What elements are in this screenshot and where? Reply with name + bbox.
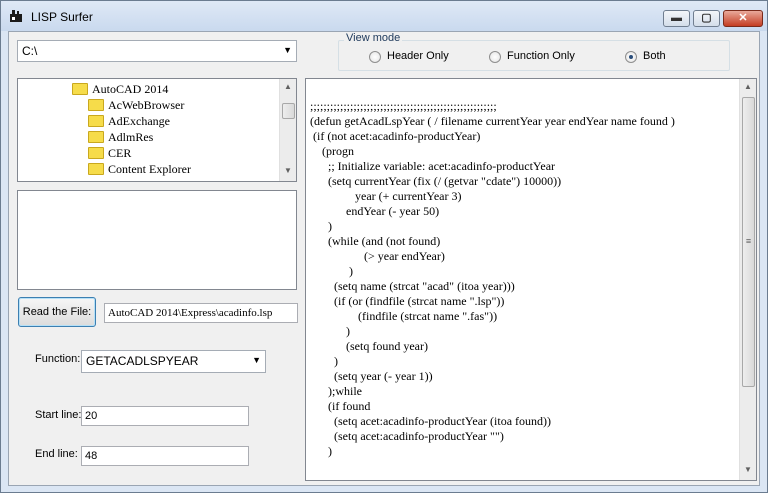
code-line: endYear (- year 50) (310, 204, 440, 218)
radio-function-only[interactable] (489, 51, 501, 63)
tree-scrollbar[interactable]: ▲ ▼ (279, 79, 296, 181)
code-line: ) (310, 219, 332, 233)
code-line: year (+ currentYear 3) (310, 189, 462, 203)
end-line-value: 48 (85, 450, 98, 462)
folder-icon (88, 115, 104, 127)
start-line-label: Start line: (35, 409, 82, 421)
minimize-button[interactable]: ▬ (663, 10, 690, 27)
tree-scroll-thumb[interactable] (282, 103, 295, 119)
code-line: (setq currentYear (fix (/ (getvar "cdate… (310, 174, 562, 188)
code-line: ) (310, 264, 353, 278)
code-line: (setq year (- year 1)) (310, 369, 433, 383)
tree-item-label: AdExchange (108, 114, 170, 128)
tree-item-label: AdlmRes (108, 130, 154, 144)
end-line-label: End line: (35, 448, 78, 460)
radio-function-only-label[interactable]: Function Only (507, 50, 575, 62)
start-line-value: 20 (85, 410, 98, 422)
code-line: (if (not acet:acadinfo-productYear) (310, 129, 481, 143)
folder-icon (88, 147, 104, 159)
end-line-field[interactable]: 48 (81, 446, 249, 466)
code-line: (progn (310, 144, 354, 158)
code-line: (defun getAcadLspYear ( / filename curre… (310, 114, 675, 128)
folder-icon (88, 131, 104, 143)
tree-item-label: CER (108, 146, 132, 160)
tree-item-label: Content Explorer (108, 162, 191, 176)
maximize-button[interactable]: ▢ (693, 10, 720, 27)
code-line: (setq acet:acadinfo-productYear (itoa fo… (310, 414, 552, 428)
close-icon: ✕ (738, 12, 748, 24)
function-label: Function: (35, 353, 81, 365)
path-combo[interactable]: C:\ ▼ (17, 40, 297, 62)
window-title: LISP Surfer (31, 10, 93, 24)
main-window: LISP Surfer ▬ ▢ ✕ C:\ ▼ View mode Header… (0, 0, 768, 493)
scroll-grip-icon: ≡ (745, 236, 752, 246)
code-line: (setq name (strcat "acad" (itoa year))) (310, 279, 515, 293)
radio-header-only[interactable] (369, 51, 381, 63)
code-line: (findfile (strcat name ".fas")) (310, 309, 498, 323)
scroll-down-icon[interactable]: ▼ (740, 465, 756, 474)
code-line: (setq found year) (310, 339, 428, 353)
close-button[interactable]: ✕ (723, 10, 763, 27)
radio-header-only-label[interactable]: Header Only (387, 50, 449, 62)
code-line: ) (310, 324, 350, 338)
path-combo-value: C:\ (22, 44, 38, 58)
function-list-box[interactable] (17, 190, 297, 290)
view-mode-legend: View mode (344, 32, 403, 44)
function-combo-value: GETACADLSPYEAR (86, 354, 199, 368)
client-area: C:\ ▼ View mode Header Only Function Onl… (8, 31, 760, 486)
tree-item-label: AutoCAD 2014 (92, 82, 169, 96)
code-scrollbar[interactable]: ▲ ≡ ▼ (739, 79, 756, 480)
chevron-down-icon: ▼ (252, 355, 261, 365)
code-line: ) (310, 444, 332, 458)
code-line: );while (310, 384, 362, 398)
code-line: (if (or (findfile (strcat name ".lsp")) (310, 294, 505, 308)
read-file-button-label: Read the File: (22, 306, 92, 318)
folder-open-icon (72, 83, 88, 95)
file-path-value: AutoCAD 2014\Express\acadinfo.lsp (108, 307, 273, 319)
code-line: ) (310, 354, 338, 368)
folder-icon (88, 163, 104, 175)
folder-icon (88, 99, 104, 111)
code-scroll-thumb[interactable]: ≡ (742, 97, 755, 387)
minimize-icon: ▬ (671, 12, 682, 24)
chevron-down-icon: ▼ (283, 45, 292, 55)
function-combo[interactable]: GETACADLSPYEAR ▼ (81, 350, 266, 373)
tree-item-label: AcWebBrowser (108, 98, 185, 112)
scroll-up-icon[interactable]: ▲ (740, 82, 756, 91)
radio-both[interactable] (625, 51, 637, 63)
code-line: ;; Initialize variable: acet:acadinfo-pr… (310, 159, 556, 173)
code-line: ;;;;;;;;;;;;;;;;;;;;;;;;;;;;;;;;;;;;;;;;… (310, 99, 497, 113)
file-path-field[interactable]: AutoCAD 2014\Express\acadinfo.lsp (104, 303, 298, 323)
radio-both-label[interactable]: Both (643, 50, 666, 62)
code-line: (setq acet:acadinfo-productYear "") (310, 429, 504, 443)
start-line-field[interactable]: 20 (81, 406, 249, 426)
app-icon (10, 10, 22, 22)
code-view[interactable]: ;;;;;;;;;;;;;;;;;;;;;;;;;;;;;;;;;;;;;;;;… (305, 78, 757, 481)
read-file-button[interactable]: Read the File: (18, 297, 96, 327)
code-line: (if found (310, 399, 371, 413)
code-line: (> year endYear) (310, 249, 445, 263)
maximize-icon: ▢ (701, 12, 712, 24)
code-line: (while (and (not found) (310, 234, 441, 248)
scroll-up-icon[interactable]: ▲ (280, 82, 296, 91)
scroll-down-icon[interactable]: ▼ (280, 166, 296, 175)
folder-tree[interactable]: AutoCAD 2014 AcWebBrowser AdExchange Adl… (17, 78, 297, 182)
title-bar[interactable]: LISP Surfer ▬ ▢ ✕ (1, 1, 767, 31)
